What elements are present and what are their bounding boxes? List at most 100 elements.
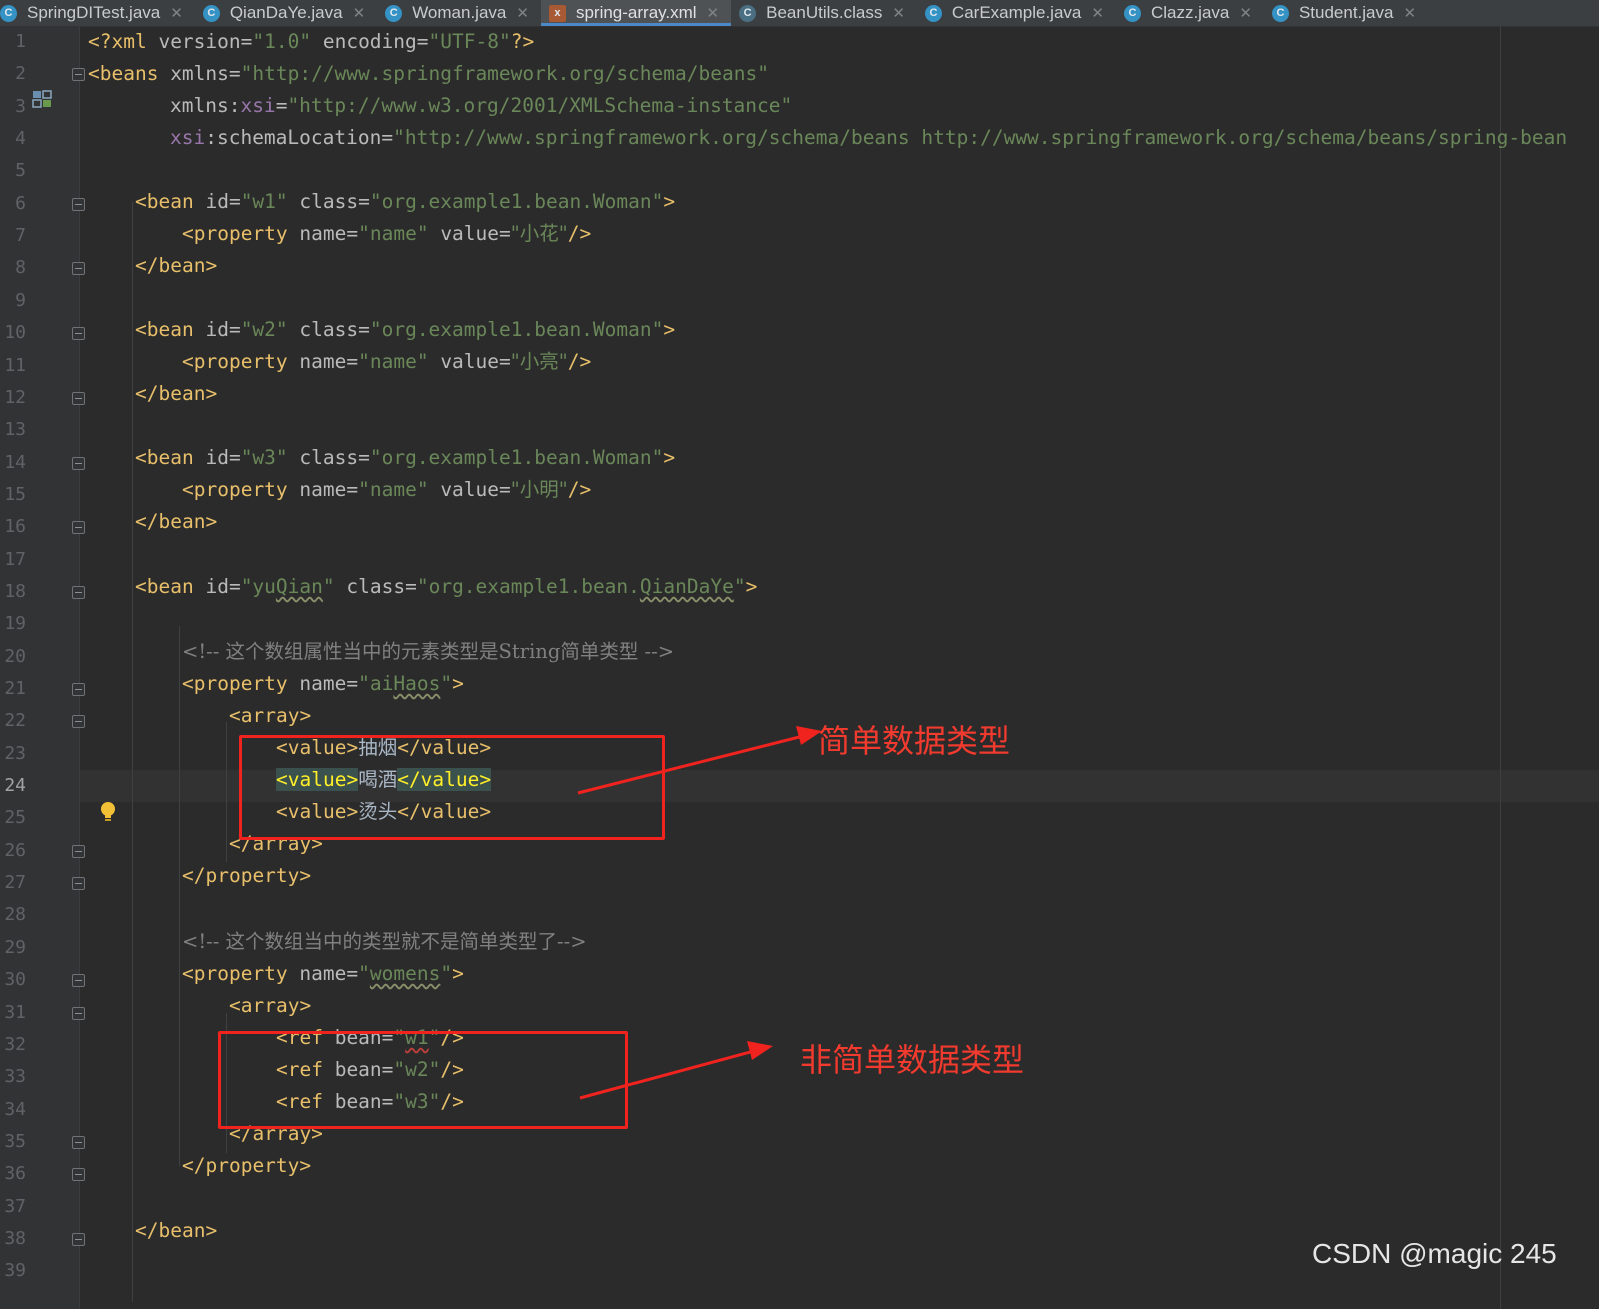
line-number: 11 (4, 354, 26, 376)
code-line-6[interactable]: <bean id="w1" class="org.example1.bean.W… (135, 186, 675, 218)
tab-student[interactable]: C Student.java ✕ (1264, 0, 1428, 26)
line-number: 4 (15, 128, 26, 150)
code-line-7[interactable]: <property name="name" value="小花"/> (182, 218, 591, 250)
tab-label: Student.java (1298, 3, 1394, 22)
right-margin-guide (1500, 26, 1501, 1309)
code-line-11[interactable]: <property name="name" value="小亮"/> (182, 346, 591, 378)
code-token: value (428, 222, 500, 245)
code-line-2[interactable]: <beans xmlns="http://www.springframework… (88, 58, 769, 90)
code-line-22[interactable]: <array> (229, 700, 311, 732)
code-token: <array> (229, 994, 312, 1017)
code-token: /> (567, 350, 592, 373)
code-token: = (228, 575, 241, 598)
code-token: </bean> (135, 382, 218, 405)
code-token: = (346, 672, 359, 695)
code-token: = (346, 962, 359, 985)
tab-qiandaye[interactable]: C QianDaYe.java ✕ (195, 0, 377, 26)
close-icon[interactable]: ✕ (516, 4, 529, 22)
code-token: id (205, 318, 229, 341)
code-line-12[interactable]: </bean> (135, 378, 217, 410)
code-token: <property (182, 478, 300, 501)
line-number: 10 (4, 322, 26, 344)
line-number: 31 (4, 1001, 26, 1023)
tab-clazz[interactable]: C Clazz.java ✕ (1116, 0, 1264, 26)
close-icon[interactable]: ✕ (170, 4, 183, 22)
code-token: class (287, 446, 359, 469)
line-number: 6 (15, 192, 26, 214)
code-token: " (358, 962, 370, 985)
line-number: 38 (4, 1227, 26, 1249)
code-token: "w1" (240, 190, 288, 213)
close-icon[interactable]: ✕ (707, 4, 720, 22)
code-line-18[interactable]: <bean id="yuQian" class="org.example1.be… (135, 571, 757, 603)
code-line-21[interactable]: <property name="aiHaos"> (182, 668, 464, 700)
code-line-30[interactable]: <property name="womens"> (182, 958, 464, 990)
close-icon[interactable]: ✕ (353, 4, 366, 22)
code-line-20[interactable]: <!-- 这个数组属性当中的元素类型是String简单类型 --> (182, 636, 674, 668)
code-line-14[interactable]: <bean id="w3" class="org.example1.bean.W… (135, 442, 675, 474)
code-line-16[interactable]: </bean> (135, 506, 217, 538)
code-token: <property (182, 222, 300, 245)
line-number: 12 (4, 386, 26, 408)
code-line-8[interactable]: </bean> (135, 250, 217, 282)
tab-label: spring-array.xml (575, 3, 697, 22)
code-token: "org.example1.bean.Woman" (369, 318, 664, 341)
code-token: /> (567, 222, 592, 245)
code-token: > (663, 190, 676, 213)
tab-beanutils[interactable]: C BeanUtils.class ✕ (731, 0, 917, 26)
line-number: 27 (4, 872, 26, 894)
code-token: "name" (358, 350, 429, 373)
code-token: name (299, 222, 347, 245)
code-line-3[interactable]: xmlns:xsi="http://www.w3.org/2001/XMLSch… (170, 90, 792, 122)
code-token: = (346, 222, 359, 245)
indent-guide (179, 626, 180, 1166)
code-token: <bean (135, 446, 206, 469)
tab-carexample[interactable]: C CarExample.java ✕ (917, 0, 1116, 26)
close-icon[interactable]: ✕ (1403, 4, 1416, 22)
code-line-31[interactable]: <array> (229, 990, 311, 1022)
line-number: 22 (4, 710, 26, 732)
close-icon[interactable]: ✕ (1239, 4, 1252, 22)
watermark: CSDN @magic 245 (1312, 1238, 1557, 1269)
spring-bean-gutter-icon[interactable] (31, 88, 53, 110)
code-token: name (299, 350, 347, 373)
java-class-icon: C (385, 4, 403, 22)
typo-warning-token: Qian (275, 575, 323, 598)
close-icon[interactable]: ✕ (1091, 4, 1104, 22)
code-token: = (240, 30, 253, 53)
code-line-4[interactable]: xsi:schemaLocation="http://www.springfra… (170, 122, 1567, 154)
code-token: class (287, 318, 359, 341)
editor-gutter[interactable]: 1 2 3 4 5 6 7 8 9 10 11 12 13 14 15 16 17 18 19 20 21 22 23 24 2… (0, 26, 115, 1309)
code-token: xmlns: (170, 94, 241, 117)
java-class-icon: C (1123, 4, 1141, 22)
compiled-class-icon: C (739, 4, 757, 22)
code-token: name (299, 962, 347, 985)
xml-file-icon: x (548, 4, 566, 22)
line-number: 37 (4, 1195, 26, 1217)
xml-comment: <!-- 这个数组属性当中的元素类型是String简单类型 --> (182, 640, 675, 663)
code-line-29[interactable]: <!-- 这个数组当中的类型就不是简单类型了--> (182, 926, 587, 958)
code-token: > (452, 672, 464, 695)
code-line-1[interactable]: <?xml version="1.0" encoding="UTF-8"?> (88, 26, 534, 58)
line-number: 14 (4, 451, 26, 473)
code-token: "name" (358, 478, 429, 501)
code-line-27[interactable]: </property> (182, 860, 311, 892)
line-number: 25 (4, 807, 26, 829)
java-class-icon: C (0, 4, 17, 22)
code-token: xsi (170, 126, 206, 149)
line-number: 34 (4, 1098, 26, 1120)
code-line-36[interactable]: </property> (182, 1150, 311, 1182)
code-token: " (733, 575, 746, 598)
code-line-38[interactable]: </bean> (135, 1215, 217, 1247)
code-token: <bean (135, 318, 206, 341)
tab-springditest[interactable]: C SpringDITest.java ✕ (0, 0, 195, 26)
line-number: 28 (4, 904, 26, 926)
code-token: "小明" (510, 478, 568, 501)
close-icon[interactable]: ✕ (892, 4, 905, 22)
tab-woman[interactable]: C Woman.java ✕ (377, 0, 541, 26)
tab-spring-array-xml[interactable]: x spring-array.xml ✕ (540, 0, 732, 26)
code-line-10[interactable]: <bean id="w2" class="org.example1.bean.W… (135, 314, 675, 346)
code-line-15[interactable]: <property name="name" value="小明"/> (182, 474, 591, 506)
code-token: "小花" (510, 222, 568, 245)
